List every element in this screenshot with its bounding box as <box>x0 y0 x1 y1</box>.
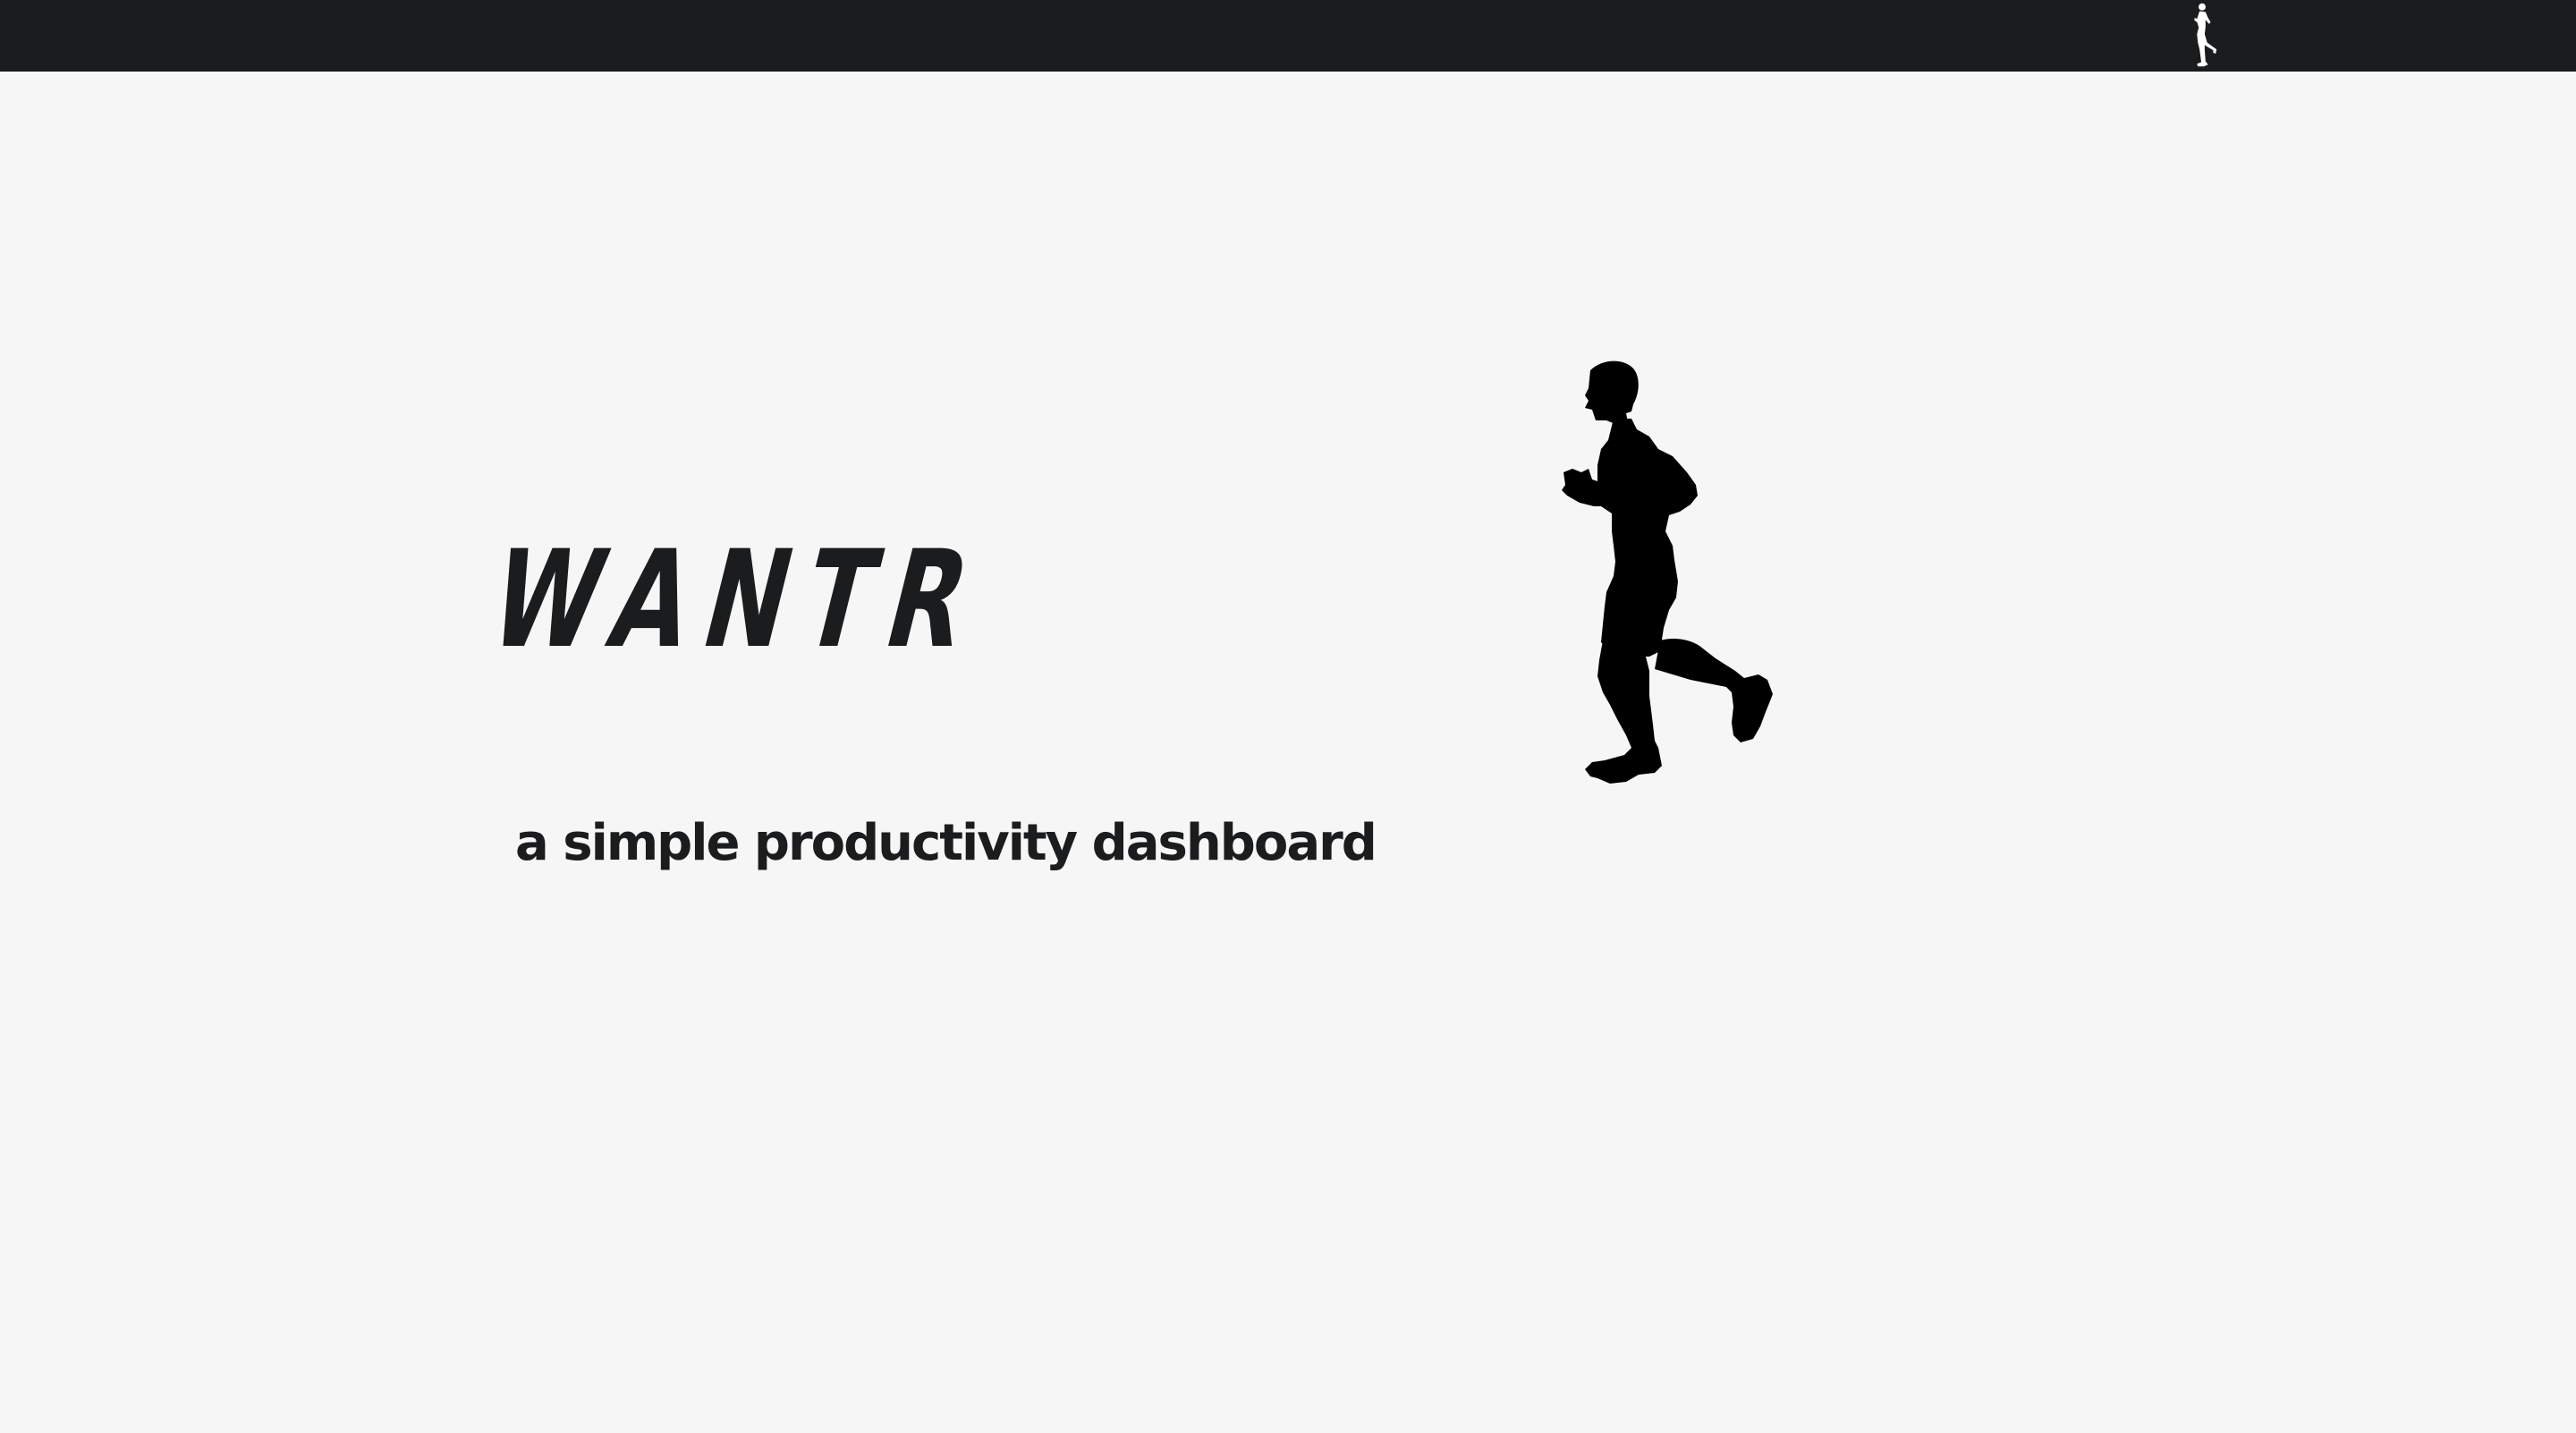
runner-silhouette-icon <box>1538 356 1807 925</box>
brand-title: WANTR <box>475 522 1003 678</box>
tagline: a simple productivity dashboard <box>515 814 1377 872</box>
runner-logo-icon[interactable] <box>2182 2 2222 70</box>
top-navbar <box>0 0 2576 72</box>
hero-section: WANTR a simple productivity dashboard <box>0 72 2576 1433</box>
